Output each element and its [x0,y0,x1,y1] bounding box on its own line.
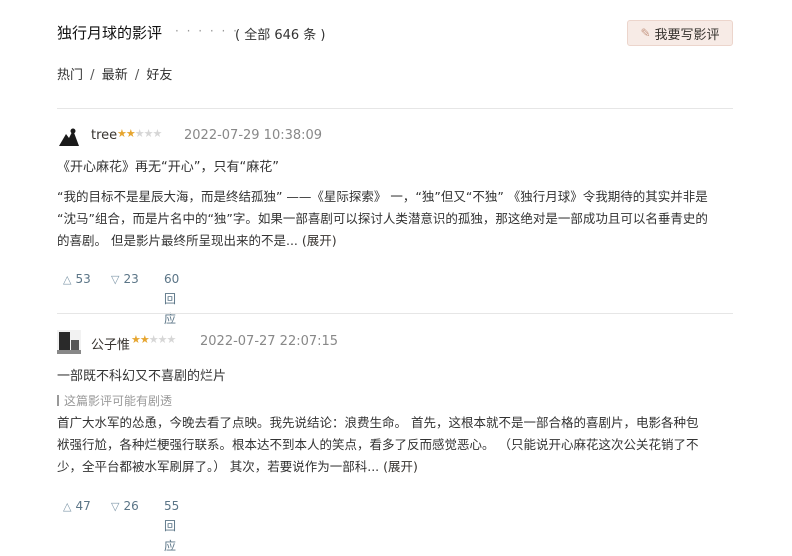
filter-latest[interactable]: 最新 [102,68,128,83]
filter-separator: / [90,68,95,83]
star-empty-icon: ★ [166,333,177,346]
review-body-line-text: 的喜剧。 但是影片最终所呈现出来的不是... [57,233,298,248]
review-body-line-text: 少，全平台都被水军刷屏了。） 其次，若要说作为一部科... [57,459,380,474]
review-body-line: 袱强行尬，各种烂梗强行联系。根本达不到本人的笑点，看多了反而感觉恶心。 （只能说… [57,437,699,452]
star-empty-icon: ★ [143,127,154,140]
review-author[interactable]: tree [91,128,117,143]
rating-stars: ★★★★★ [117,127,163,140]
star-filled-icon: ★ [125,127,136,140]
review-body-line: 少，全平台都被水军刷屏了。） 其次，若要说作为一部科... (展开) [57,456,735,478]
rating-stars: ★★★★★ [131,333,177,346]
star-filled-icon: ★ [139,333,150,346]
spoiler-notice-text: 这篇影评可能有剧透 [64,394,173,408]
review-meta: 公子惟 ★★★★★ 2022-07-27 22:07:15 [57,330,737,354]
useful-count: 53 [75,272,91,286]
title-dots: · · · · · · [175,24,239,38]
useless-count: 26 [123,499,139,513]
sort-filters: 热门 / 最新 / 好友 [57,64,172,83]
star-filled-icon: ★ [117,127,127,140]
thumb-down-triangle-icon: ▽ [111,499,120,513]
expand-link[interactable]: (展开) [383,459,418,474]
write-review-button[interactable]: ✎ 我要写影评 [627,20,733,46]
reviews-header: 独行月球的影评 · · · · · · ( 全部 646 条 ) ✎ 我要写影评 [57,20,737,48]
review-time: 2022-07-29 10:38:09 [184,128,323,143]
divider [57,313,733,314]
review-time: 2022-07-27 22:07:15 [200,334,339,349]
filter-separator: / [134,68,140,83]
thumb-down-triangle-icon: ▽ [111,272,120,286]
expand-link[interactable]: (展开) [302,233,337,248]
pencil-icon: ✎ [640,26,651,40]
page-title: 独行月球的影评 [57,24,163,42]
star-empty-icon: ★ [134,127,145,140]
review-title[interactable]: 《开心麻花》再无“开心”，只有“麻花” [57,156,279,175]
write-review-label: 我要写影评 [654,27,720,43]
avatar[interactable] [57,330,81,354]
thumb-up-triangle-icon: △ [63,499,72,513]
useless-button[interactable]: ▽ 26 [111,496,139,516]
review-body-line: “沈马”组合，而是片名中的“独”字。如果一部喜剧可以探讨人类潜意识的孤独，那这绝… [57,211,708,226]
useful-count: 47 [75,499,91,513]
filter-hot[interactable]: 热门 [57,68,83,83]
star-filled-icon: ★ [131,333,141,346]
star-empty-icon: ★ [157,333,168,346]
star-empty-icon: ★ [152,127,163,140]
thumb-up-triangle-icon: △ [63,272,72,286]
filter-friends[interactable]: 好友 [146,68,172,83]
review-body-line: “我的目标不是星辰大海，而是终结孤独” ——《星际探索》 一，“独”但又“不独”… [57,189,708,204]
reply-link[interactable]: 55回应 [164,496,179,553]
useful-button[interactable]: △ 53 [63,269,91,289]
spoiler-notice: 这篇影评可能有剧透 [57,392,172,409]
useful-button[interactable]: △ 47 [63,496,91,516]
star-empty-icon: ★ [148,333,159,346]
useless-button[interactable]: ▽ 23 [111,269,139,289]
review-author[interactable]: 公子惟 [91,334,130,353]
review-body[interactable]: “我的目标不是星辰大海，而是终结孤独” ——《星际探索》 一，“独”但又“不独”… [57,186,735,252]
review-body[interactable]: 首广大水军的怂恿，今晚去看了点映。我先说结论：浪费生命。 首先，这根本就不是一部… [57,412,735,478]
avatar[interactable] [57,124,81,148]
review-count: ( 全部 646 条 ) [235,28,326,43]
review-meta: tree ★★★★★ 2022-07-29 10:38:09 [57,124,737,148]
review-title[interactable]: 一部既不科幻又不喜剧的烂片 [57,365,226,384]
divider [57,108,733,109]
notice-bar [57,395,59,406]
reply-link[interactable]: 60回应 [164,269,179,326]
review-body-line: 的喜剧。 但是影片最终所呈现出来的不是... (展开) [57,230,735,252]
useless-count: 23 [123,272,139,286]
review-body-line: 首广大水军的怂恿，今晚去看了点映。我先说结论：浪费生命。 首先，这根本就不是一部… [57,415,699,430]
